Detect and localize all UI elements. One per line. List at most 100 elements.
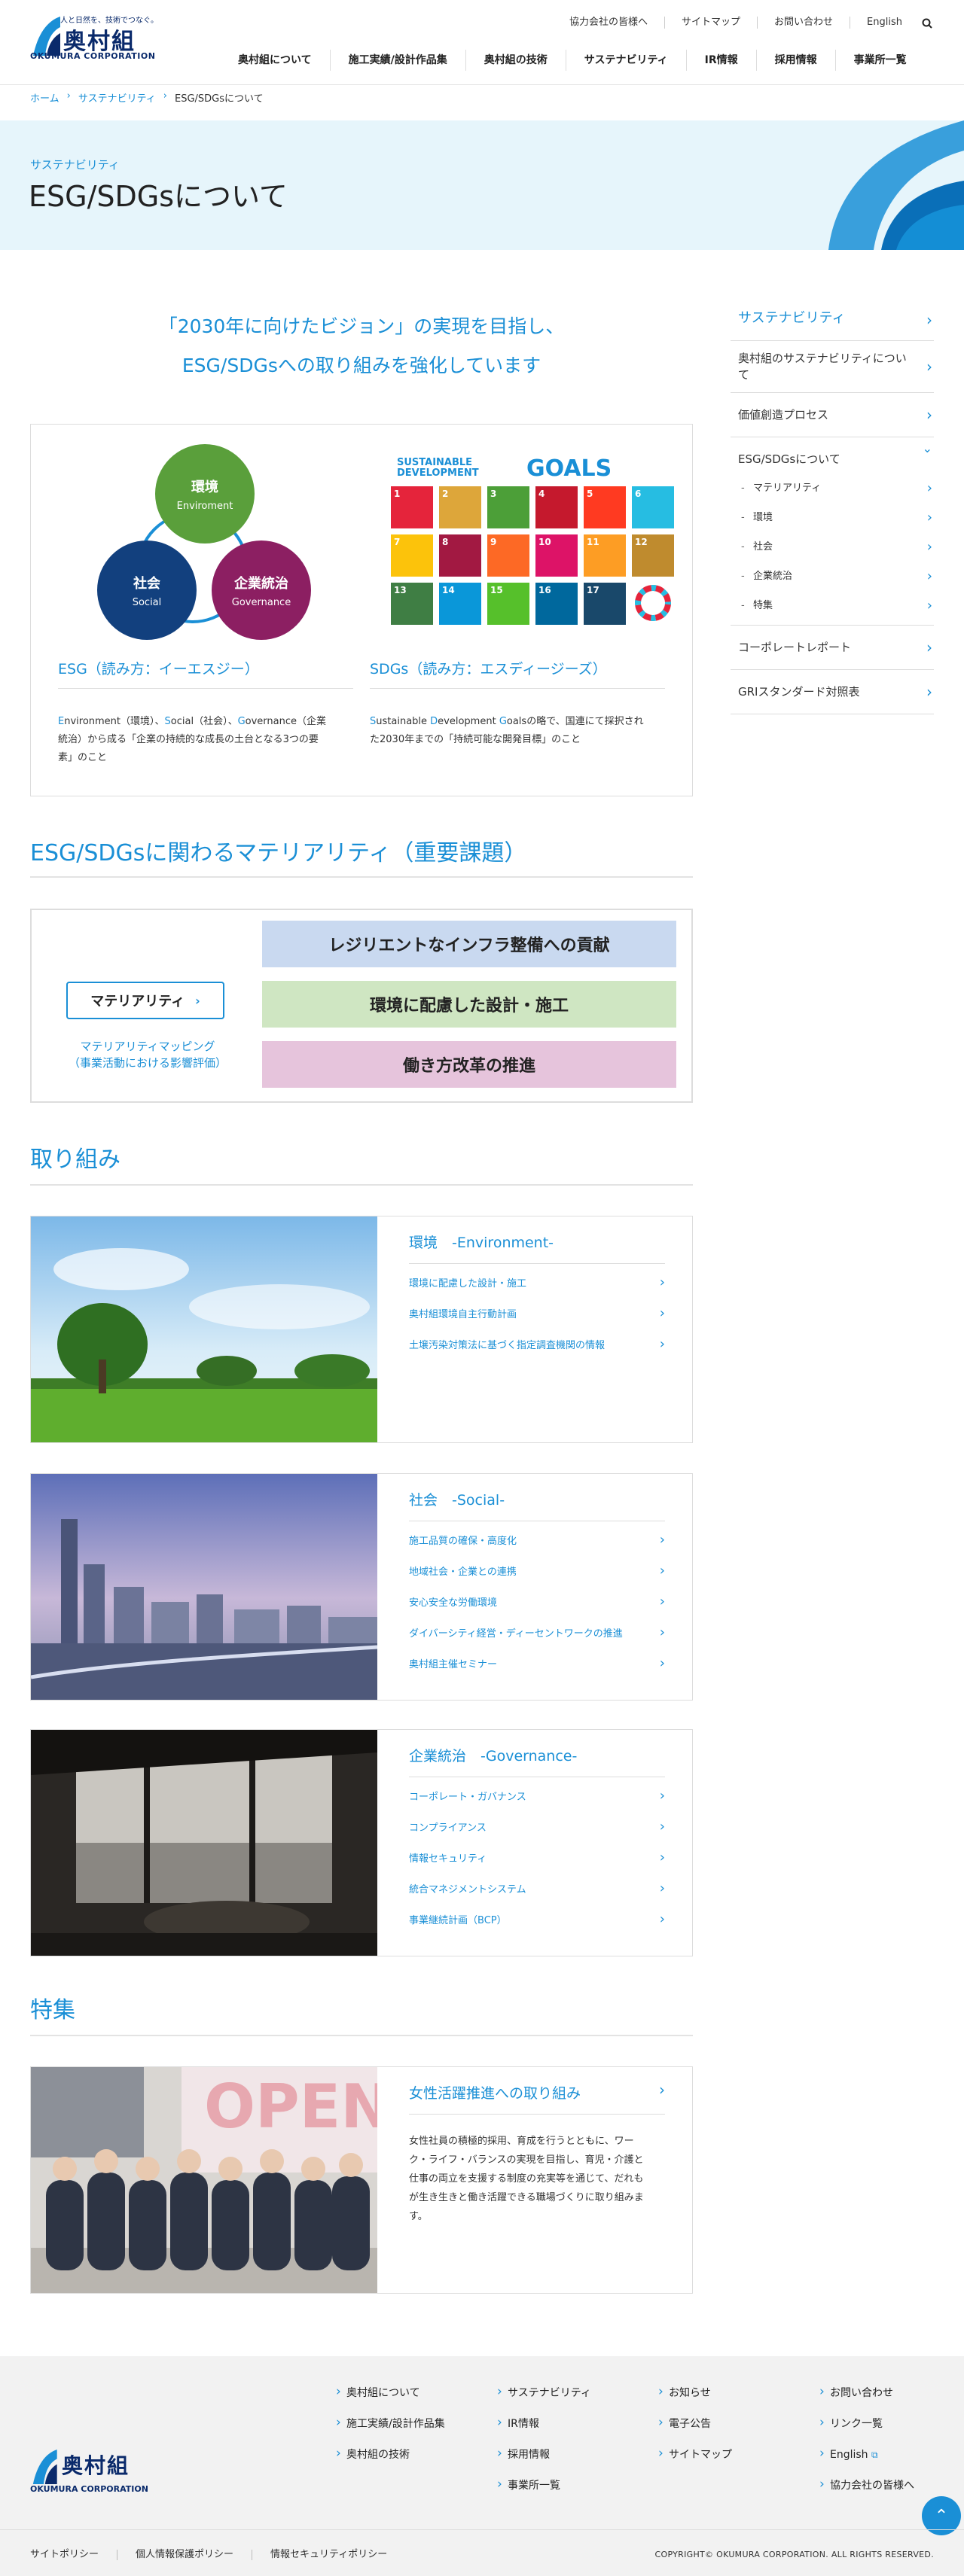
footer-link[interactable]: IR情報 [497,2416,591,2448]
sdgs-goals-grid: 1 2 3 4 5 6 7 8 9 10 11 12 13 14 15 16 17 [391,486,685,637]
sdg-goal-14: 14 [439,583,481,625]
external-link-icon: ⧉ [871,2450,878,2460]
card-heading: 社会 -Social- [409,1492,505,1509]
footer-bottom: サイトポリシー 個人情報保護ポリシー 情報セキュリティポリシー COPYRIGH… [0,2529,964,2576]
link-bcp[interactable]: 事業継続計画（BCP） [409,1912,665,1944]
footer-link[interactable]: 採用情報 [497,2447,591,2479]
footer-link[interactable]: サイトマップ [658,2447,732,2479]
section-divider [30,1184,693,1186]
footer-link[interactable]: 協力会社の皆様へ [819,2477,914,2510]
logo-english: OKUMURA CORPORATION [30,51,156,61]
sidebar-item-gri[interactable]: GRIスタンダード対照表 [731,670,934,714]
utility-link-contact[interactable]: お問い合わせ [757,17,850,29]
global-nav: 奥村組について 施工実績/設計作品集 奥村組の技術 サステナビリティ IR情報 … [220,50,925,71]
search-icon[interactable] [922,18,932,29]
link-env-action-plan[interactable]: 奥村組環境自主行動計画 [409,1306,665,1338]
link-seminar[interactable]: 奥村組主催セミナー [409,1656,665,1688]
sdg-goal-15: 15 [487,583,529,625]
footer-link[interactable]: お知らせ [658,2385,732,2417]
sdg-goal-4: 4 [535,486,578,528]
footer-policy-security[interactable]: 情報セキュリティポリシー [252,2550,405,2560]
materiality-button[interactable]: マテリアリティ › [66,982,224,1019]
nav-item-offices[interactable]: 事業所一覧 [834,50,925,71]
footer-col-2: サステナビリティ IR情報 採用情報 事業所一覧 [497,2385,591,2510]
sdg-goal-9: 9 [487,534,529,577]
sidebar-item-value-creation[interactable]: 価値創造プロセス [731,393,934,437]
footer-link[interactable]: リンク一覧 [819,2416,914,2448]
sidebar-subitem-materiality[interactable]: マテリアリティ [731,473,934,503]
footer-policy-privacy[interactable]: 個人情報保護ポリシー [117,2550,252,2560]
footer-logo-english: OKUMURA CORPORATION [30,2484,148,2494]
nav-item-technology[interactable]: 奥村組の技術 [465,50,566,71]
chevron-right-icon: › [659,2081,665,2099]
footer-link[interactable]: 奥村組の技術 [336,2447,445,2479]
footer-policy-links: サイトポリシー 個人情報保護ポリシー 情報セキュリティポリシー [30,2550,405,2560]
footer-link[interactable]: 施工実績/設計作品集 [336,2416,445,2448]
sidebar-subitem-social[interactable]: 社会 [731,532,934,562]
link-corporate-governance[interactable]: コーポレート・ガバナンス [409,1789,665,1821]
footer-policy-site[interactable]: サイトポリシー [30,2550,117,2560]
sidebar-item-esg-sdgs[interactable]: ESG/SDGsについて [731,437,934,473]
nav-item-works[interactable]: 施工実績/設計作品集 [329,50,465,71]
link-quality[interactable]: 施工品質の確保・高度化 [409,1533,665,1565]
social-photo [31,1474,377,1700]
hero-subtitle: サステナビリティ [30,158,120,172]
nav-item-sustainability[interactable]: サステナビリティ [565,50,686,71]
footer-link[interactable]: 奥村組について [336,2385,445,2417]
link-diversity[interactable]: ダイバーシティ経営・ディーセントワークの推進 [409,1625,665,1658]
card-heading: 環境 -Environment- [409,1235,554,1251]
sidebar-subitem-feature[interactable]: 特集 [731,591,934,620]
footer-link-english[interactable]: English ⧉ [819,2447,914,2479]
nav-item-ir[interactable]: IR情報 [685,50,756,71]
sdgs-column: SUSTAINABLE DEVELOPMENT GOALS 1234567891… [368,425,692,797]
initiative-card-environment: 環境 -Environment- 環境に配慮した設計・施工 奥村組環境自主行動計… [30,1216,693,1443]
sdgs-divider [370,688,665,689]
sdg-goal-2: 2 [439,486,481,528]
card-link-list: 環境に配慮した設計・施工 奥村組環境自主行動計画 土壌汚染対策法に基づく指定調査… [409,1275,665,1369]
link-info-security[interactable]: 情報セキュリティ [409,1850,665,1883]
feature-description: 女性社員の積極的採用、育成を行うとともに、ワー ク・ライフ・バランスの実現を目指… [409,2136,644,2222]
footer-link[interactable]: 事業所一覧 [497,2477,591,2510]
site-logo[interactable]: 人と日然を、技術でつなぐ。 奥村組 OKUMURA CORPORATION [30,14,169,63]
utility-nav: 協力会社の皆様へ サイトマップ お問い合わせ English [553,17,919,29]
svg-text:OPEN: OPEN [204,2072,377,2142]
nav-item-recruit[interactable]: 採用情報 [755,50,835,71]
sdgs-heading: SDGs（読み方：エスディージーズ） [370,661,607,677]
link-compliance[interactable]: コンプライアンス [409,1819,665,1852]
utility-link-partners[interactable]: 協力会社の皆様へ [553,17,664,29]
card-divider [409,2114,665,2115]
link-community[interactable]: 地域社会・企業との連携 [409,1564,665,1596]
sidebar-subitem-environment[interactable]: 環境 [731,503,934,532]
utility-link-english[interactable]: English [850,17,919,29]
esg-description: Environment（環境）、Social（社会）、Governance（企業… [58,716,327,763]
breadcrumb: ホーム › サステナビリティ › ESG/SDGsについて [30,90,264,105]
sidebar-item-sustainability[interactable]: サステナビリティ [731,300,934,341]
link-soil-survey[interactable]: 土壌汚染対策法に基づく指定調査機関の情報 [409,1337,665,1369]
sdg-goal-12: 12 [632,534,674,577]
sdg-goal-3: 3 [487,486,529,528]
esg-heading: ESG（読み方：イーエスジー） [58,661,259,677]
materiality-bar-workstyle: 働き方改革の推進 [262,1041,676,1088]
link-management-system[interactable]: 統合マネジメントシステム [409,1881,665,1914]
circle-sublabel: Social [132,596,162,608]
sidebar-item-about-sustainability[interactable]: 奥村組のサステナビリティについて [731,341,934,393]
footer-link[interactable]: 電子公告 [658,2416,732,2448]
link-eco-design[interactable]: 環境に配慮した設計・施工 [409,1275,665,1308]
logo-mark-icon [32,2450,57,2484]
utility-link-sitemap[interactable]: サイトマップ [664,17,757,29]
page-title: ESG/SDGsについて [29,180,288,213]
sdg-goal-11: 11 [584,534,626,577]
footer-link[interactable]: お問い合わせ [819,2385,914,2417]
esg-circle-governance: 企業統治 Governance [212,540,311,640]
sidebar-item-corporate-report[interactable]: コーポレートレポート [731,626,934,670]
breadcrumb-home[interactable]: ホーム [30,90,59,105]
footer-link[interactable]: サステナビリティ [497,2385,591,2417]
link-safety[interactable]: 安心安全な労働環境 [409,1594,665,1627]
governance-photo [31,1730,377,1956]
sdg-goal-17: 17 [584,583,626,625]
nav-item-about[interactable]: 奥村組について [220,50,330,71]
breadcrumb-sustainability[interactable]: サステナビリティ [78,90,156,105]
feature-card-women[interactable]: OPEN 女性活躍推進への取り組み › 女性社員の積極的採用、育成を行うとともに… [30,2066,693,2294]
sdg-goal-1: 1 [391,486,433,528]
sidebar-subitem-governance[interactable]: 企業統治 [731,562,934,591]
